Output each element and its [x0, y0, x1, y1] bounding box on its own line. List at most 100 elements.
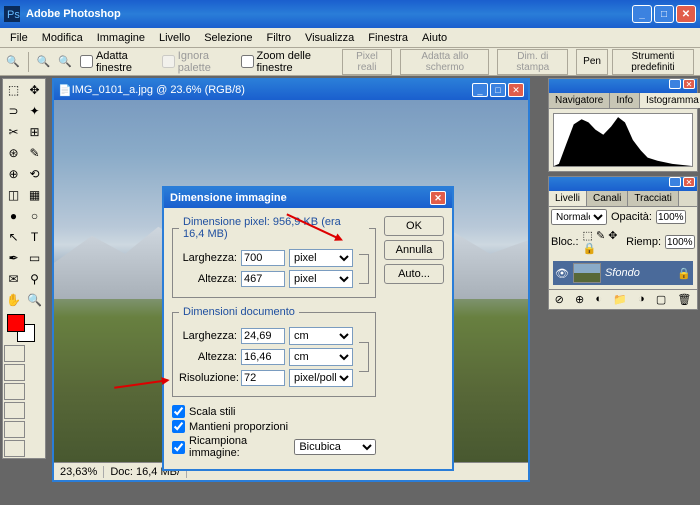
- opacity-input[interactable]: [656, 210, 686, 224]
- tab-tracciati[interactable]: Tracciati: [628, 191, 678, 206]
- eyedrop-tool[interactable]: ⚲: [24, 268, 45, 289]
- brush-tool[interactable]: ✎: [24, 142, 45, 163]
- notes-tool[interactable]: ✉: [3, 268, 24, 289]
- blur-tool[interactable]: ●: [3, 205, 24, 226]
- imageready[interactable]: [4, 440, 25, 457]
- fx-icon[interactable]: ⊕: [575, 293, 584, 306]
- menu-immagine[interactable]: Immagine: [91, 30, 151, 46]
- pen-button[interactable]: Pen: [576, 49, 608, 75]
- zoom-out-icon[interactable]: 🔍: [58, 55, 72, 68]
- color-swatch[interactable]: [5, 312, 43, 342]
- menu-selezione[interactable]: Selezione: [198, 30, 258, 46]
- history-tool[interactable]: ⟲: [24, 163, 45, 184]
- type-tool[interactable]: T: [24, 226, 45, 247]
- link-layer-icon[interactable]: ⊘: [555, 293, 564, 306]
- gradient-tool[interactable]: ▦: [24, 184, 45, 205]
- dialog-close[interactable]: ✕: [430, 191, 446, 205]
- maximize-button[interactable]: □: [654, 5, 674, 23]
- menu-modifica[interactable]: Modifica: [36, 30, 89, 46]
- doc-maximize[interactable]: □: [490, 83, 506, 97]
- menu-aiuto[interactable]: Aiuto: [416, 30, 453, 46]
- quick-mask-off[interactable]: [4, 345, 25, 362]
- tab-info[interactable]: Info: [610, 93, 640, 108]
- width-px-input[interactable]: [241, 250, 285, 266]
- layer-name[interactable]: Sfondo: [605, 267, 640, 279]
- new-layer-icon[interactable]: ▢: [656, 293, 666, 306]
- adatta-finestre-check[interactable]: Adatta finestre: [80, 50, 154, 74]
- panel-min[interactable]: _: [669, 79, 681, 89]
- move-tool[interactable]: ✥: [24, 79, 45, 100]
- pixel-reali-button[interactable]: Pixel reali: [342, 49, 393, 75]
- fill-input[interactable]: [665, 235, 695, 249]
- strumenti-button[interactable]: Strumenti predefiniti: [612, 49, 694, 75]
- eraser-tool[interactable]: ◫: [3, 184, 24, 205]
- tab-navigatore[interactable]: Navigatore: [549, 93, 610, 108]
- app-title: Adobe Photoshop: [26, 8, 632, 20]
- trash-icon[interactable]: 🗑: [677, 293, 691, 306]
- resolution-unit[interactable]: pixel/pollice: [289, 369, 353, 387]
- auto-button[interactable]: Auto...: [384, 264, 444, 284]
- menu-filtro[interactable]: Filtro: [261, 30, 297, 46]
- screen-full-menu[interactable]: [4, 402, 25, 419]
- menu-finestra[interactable]: Finestra: [362, 30, 414, 46]
- resample-method[interactable]: Bicubica: [294, 439, 376, 455]
- close-button[interactable]: ✕: [676, 5, 696, 23]
- screen-std[interactable]: [4, 383, 25, 400]
- adjust-icon[interactable]: ◑: [638, 293, 645, 306]
- panel-close[interactable]: ✕: [683, 79, 695, 89]
- marquee-tool[interactable]: ⬚: [3, 79, 24, 100]
- doc-minimize[interactable]: _: [472, 83, 488, 97]
- path-tool[interactable]: ↖: [3, 226, 24, 247]
- annulla-button[interactable]: Annulla: [384, 240, 444, 260]
- lock-icons[interactable]: ⬚ ✎ ✥ 🔒: [583, 229, 623, 255]
- quick-mask-on[interactable]: [4, 364, 25, 381]
- dim-stampa-button[interactable]: Dim. di stampa: [497, 49, 568, 75]
- folder-icon[interactable]: 📁: [613, 293, 627, 306]
- lock-icon: 🔒: [677, 267, 691, 280]
- doc-close[interactable]: ✕: [508, 83, 524, 97]
- ok-button[interactable]: OK: [384, 216, 444, 236]
- mantieni-proporzioni-check[interactable]: Mantieni proporzioni: [172, 420, 376, 433]
- tab-livelli[interactable]: Livelli: [549, 191, 587, 206]
- hand-tool[interactable]: ✋: [3, 289, 24, 310]
- ricampiona-check[interactable]: Ricampiona immagine:Bicubica: [172, 435, 376, 459]
- tab-istogramma[interactable]: Istogramma: [640, 93, 700, 108]
- toolbox: ⬚✥ ⊃✦ ✂⊞ ⊛✎ ⊕⟲ ◫▦ ●○ ↖T ✒▭ ✉⚲ ✋🔍: [2, 78, 46, 459]
- zoom-level[interactable]: 23,63%: [54, 466, 104, 478]
- height-px-unit[interactable]: pixel: [289, 270, 353, 288]
- scala-stili-check[interactable]: Scala stili: [172, 405, 376, 418]
- menu-visualizza[interactable]: Visualizza: [299, 30, 360, 46]
- resolution-input[interactable]: [241, 370, 285, 386]
- width-cm-input[interactable]: [241, 328, 285, 344]
- eye-icon[interactable]: 👁: [555, 267, 569, 280]
- height-px-input[interactable]: [241, 271, 285, 287]
- wand-tool[interactable]: ✦: [24, 100, 45, 121]
- stamp-tool[interactable]: ⊕: [3, 163, 24, 184]
- blend-mode[interactable]: Normale: [551, 209, 607, 225]
- minimize-button[interactable]: _: [632, 5, 652, 23]
- screen-full[interactable]: [4, 421, 25, 438]
- shape-tool[interactable]: ▭: [24, 247, 45, 268]
- zoom-finestre-check[interactable]: Zoom delle finestre: [241, 50, 334, 74]
- opacity-label: Opacità:: [611, 211, 652, 223]
- tab-canali[interactable]: Canali: [587, 191, 628, 206]
- crop-tool[interactable]: ✂: [3, 121, 24, 142]
- pen-tool[interactable]: ✒: [3, 247, 24, 268]
- menu-file[interactable]: File: [4, 30, 34, 46]
- panel-close-2[interactable]: ✕: [683, 177, 695, 187]
- layer-row[interactable]: 👁 Sfondo 🔒: [553, 261, 693, 285]
- height-cm-input[interactable]: [241, 349, 285, 365]
- lasso-tool[interactable]: ⊃: [3, 100, 24, 121]
- mask-icon[interactable]: ◐: [595, 293, 602, 306]
- adatta-schermo-button[interactable]: Adatta allo schermo: [400, 49, 489, 75]
- slice-tool[interactable]: ⊞: [24, 121, 45, 142]
- height-cm-unit[interactable]: cm: [289, 348, 353, 366]
- panel-min-2[interactable]: _: [669, 177, 681, 187]
- dodge-tool[interactable]: ○: [24, 205, 45, 226]
- width-px-unit[interactable]: pixel: [289, 249, 353, 267]
- menu-livello[interactable]: Livello: [153, 30, 196, 46]
- heal-tool[interactable]: ⊛: [3, 142, 24, 163]
- zoom-tool[interactable]: 🔍: [24, 289, 45, 310]
- zoom-in-icon[interactable]: 🔍: [37, 55, 51, 68]
- width-cm-unit[interactable]: cm: [289, 327, 353, 345]
